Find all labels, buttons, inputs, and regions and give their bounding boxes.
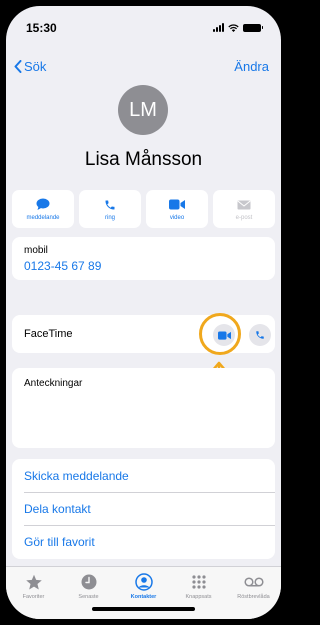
chevron-left-icon [14,60,22,73]
email-button[interactable]: e-post [213,190,275,228]
status-time: 15:30 [26,21,57,35]
facetime-label: FaceTime [24,328,73,340]
edit-button[interactable]: Ändra [234,59,269,74]
contact-name: Lisa Månsson [84,149,203,170]
notes-card[interactable]: Anteckningar [12,368,275,448]
mobile-label: mobil [24,245,48,256]
tab-label: Kontakter [130,594,157,600]
phone-screen: 15:30 Sök Ändra LM Lisa Månsson meddelan… [6,6,281,619]
message-label: meddelande [26,214,60,221]
video-camera-icon [169,198,185,212]
video-label: video [169,214,185,221]
avatar: LM [118,85,168,135]
status-icons [213,23,263,32]
clock-icon [81,572,97,592]
notes-label: Anteckningar [24,378,83,389]
person-circle-icon [134,572,153,592]
tab-recents[interactable]: Senaste [61,567,116,619]
video-button[interactable]: video [146,190,208,228]
email-label: e-post [235,214,253,221]
phone-icon [104,198,116,212]
send-message-link[interactable]: Skicka meddelande [24,459,275,492]
tab-label: Knappsats [185,594,212,600]
battery-icon [243,23,263,32]
tab-keypad[interactable]: Knappsats [171,567,226,619]
keypad-icon [191,572,207,592]
home-indicator[interactable] [92,607,195,611]
tab-contacts[interactable]: Kontakter [116,567,171,619]
tab-voicemail[interactable]: Röstbrevlåda [226,567,281,619]
envelope-icon [237,198,251,212]
links-card: Skicka meddelande Dela kontakt Gör till … [12,459,275,559]
facetime-audio-button[interactable] [249,324,271,346]
back-button[interactable]: Sök [14,59,46,74]
tab-label: Senaste [78,594,99,600]
voicemail-icon [243,572,264,592]
message-bubble-icon [36,198,50,212]
mobile-number[interactable]: 0123-45 67 89 [24,259,101,273]
nav-bar: Sök Ändra [6,54,281,78]
tab-label: Röstbrevlåda [237,594,270,600]
star-icon [25,572,43,592]
avatar-initials: LM [129,98,157,121]
tab-favorites[interactable]: Favoriter [6,567,61,619]
add-favorite-link[interactable]: Gör till favorit [24,525,275,558]
mobile-card[interactable]: mobil 0123-45 67 89 [12,237,275,280]
back-label: Sök [24,59,47,74]
status-bar: 15:30 [6,6,281,50]
tab-label: Favoriter [22,594,45,600]
highlight-ring [199,313,241,355]
tab-bar: Favoriter Senaste Kontakter Knappsats Rö… [6,566,281,619]
call-button[interactable]: ring [79,190,141,228]
action-buttons: meddelande ring video e-post [12,190,275,228]
signal-icon [213,23,224,32]
wifi-icon [228,23,239,32]
message-button[interactable]: meddelande [12,190,74,228]
call-label: ring [104,214,115,221]
share-contact-link[interactable]: Dela kontakt [24,492,275,525]
phone-icon [256,331,264,339]
